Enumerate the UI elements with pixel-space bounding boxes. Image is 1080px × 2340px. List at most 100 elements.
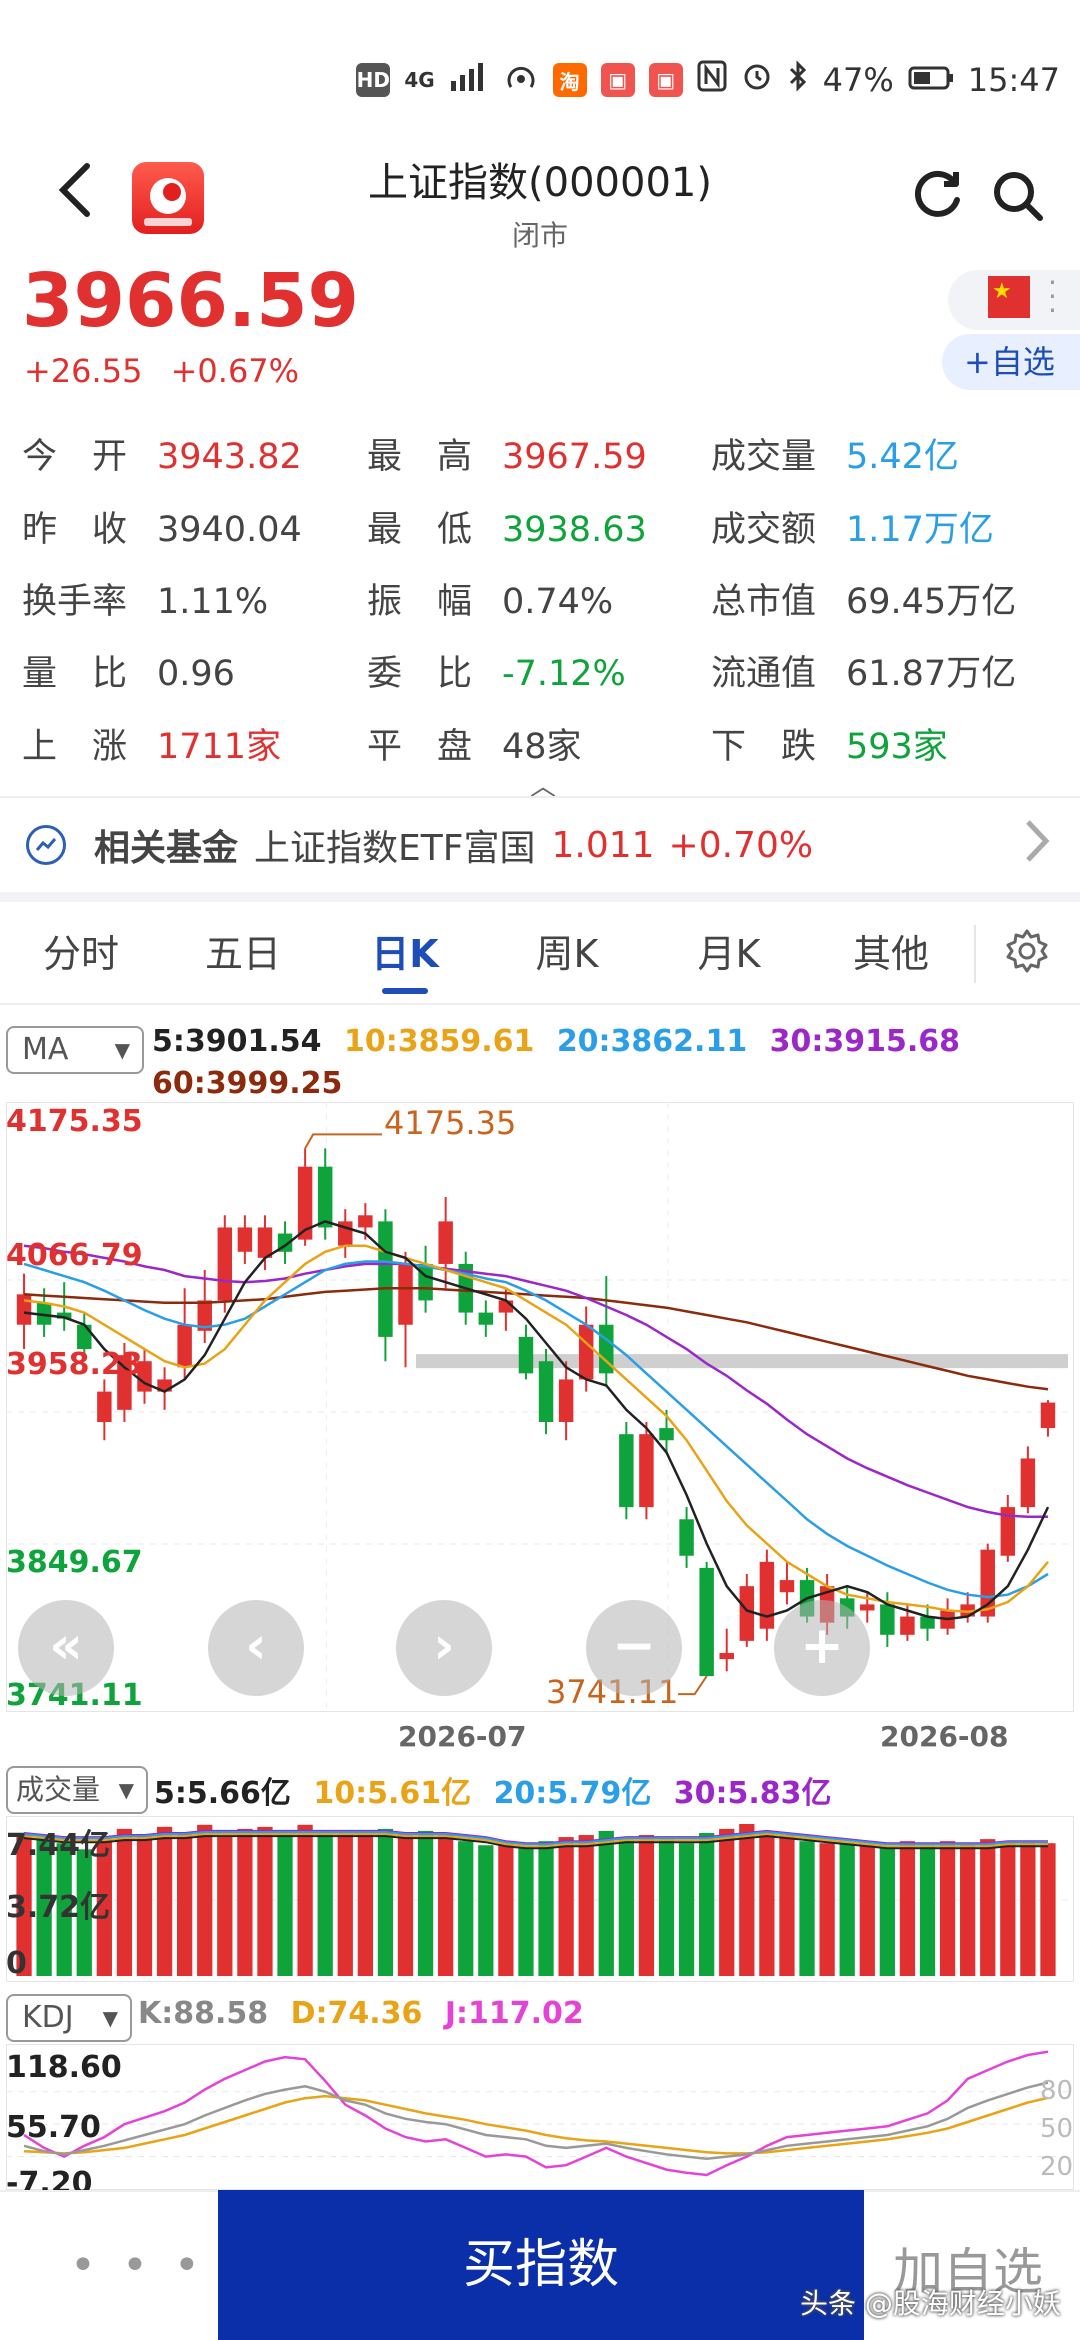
- scroll-right-button[interactable]: ›: [396, 1600, 492, 1696]
- volume-bar: [799, 1841, 815, 1976]
- vol-y-max: 7.44亿: [6, 1828, 111, 1863]
- more-menu-button[interactable]: • • •: [70, 2240, 206, 2291]
- app-notify-icon-2: ▣: [648, 63, 683, 97]
- stat-label: 昨 收: [22, 510, 128, 550]
- kdj-ref-80: 80: [1040, 2076, 1074, 2106]
- date-label-july: 2026-07: [398, 1720, 527, 1753]
- hotspot-icon: [503, 61, 539, 99]
- related-fund-row[interactable]: 相关基金 上证指数ETF富国 1.011 +0.70%: [0, 800, 1080, 890]
- tab-other[interactable]: 其他: [810, 904, 972, 1004]
- volume-bar: [960, 1843, 976, 1976]
- zoom-out-button[interactable]: −: [586, 1600, 682, 1696]
- volume-bar: [1040, 1843, 1056, 1976]
- stat-value: 48家: [502, 727, 582, 767]
- hd-icon: HD: [356, 63, 391, 97]
- kline-chart[interactable]: [6, 1102, 1074, 1712]
- volume-bar: [658, 1839, 675, 1976]
- stat-value: 1.11%: [157, 582, 269, 622]
- tab-minute[interactable]: 分时: [0, 904, 162, 1004]
- kdj-indicator-select[interactable]: KDJ ▼: [6, 1994, 132, 2042]
- volume-bar: [618, 1837, 634, 1976]
- candle-body: [639, 1434, 654, 1508]
- tab-monthly-k[interactable]: 月K: [648, 904, 810, 1004]
- tab-daily-k[interactable]: 日K: [324, 904, 486, 1004]
- chart-settings-button[interactable]: [1004, 928, 1050, 974]
- stat-item: 振 幅 0.74%: [367, 573, 613, 624]
- stat-value: 3943.82: [157, 437, 302, 477]
- fund-name: 上证指数ETF富国: [254, 828, 536, 869]
- add-watchlist-button[interactable]: +自选: [942, 334, 1080, 390]
- candle-body: [619, 1434, 634, 1508]
- battery-icon: [908, 61, 954, 99]
- stat-label: 量 比: [22, 654, 128, 694]
- stat-label: 流通值: [711, 654, 817, 694]
- volume-bar: [478, 1845, 494, 1976]
- volume-bar: [136, 1835, 153, 1976]
- stat-value: 1711家: [157, 727, 282, 767]
- chevron-right-icon: [1022, 818, 1052, 875]
- vol-ma10-value: 10:5.61亿: [313, 1776, 472, 1811]
- candle-body: [418, 1263, 433, 1301]
- tab-weekly-k[interactable]: 周K: [486, 904, 648, 1004]
- y-label-max: 4175.35: [6, 1104, 143, 1139]
- volume-bar: [357, 1832, 373, 1976]
- volume-bar: [518, 1847, 534, 1976]
- ma-indicator-select[interactable]: MA ▼: [6, 1026, 144, 1074]
- scroll-left-button[interactable]: ‹: [208, 1600, 304, 1696]
- change-percent: +0.67%: [170, 352, 300, 390]
- volume-bar: [197, 1824, 213, 1976]
- volume-bar: [417, 1830, 434, 1976]
- volume-bar: [879, 1847, 895, 1976]
- stat-item: 换手率 1.11%: [22, 573, 268, 624]
- ma60-value: 60:3999.25: [152, 1066, 343, 1101]
- ma20-value: 20:3862.11: [556, 1024, 748, 1059]
- volume-bar: [317, 1830, 333, 1976]
- section-gap: [0, 892, 1080, 902]
- volume-bar: [156, 1826, 173, 1976]
- vol-ma20-value: 20:5.79亿: [493, 1776, 652, 1811]
- stat-item: 总市值 69.45万亿: [711, 573, 1016, 624]
- bluetooth-icon: [787, 60, 809, 100]
- more-vertical-icon[interactable]: · · ·: [1048, 269, 1057, 325]
- buy-index-button[interactable]: 买指数: [218, 2190, 864, 2340]
- zoom-in-button[interactable]: +: [774, 1600, 870, 1696]
- kdj-values: K:88.58 D:74.36 J:117.02: [138, 1996, 596, 2031]
- volume-bar: [919, 1845, 936, 1976]
- stat-label: 平 盘: [367, 727, 473, 767]
- candle-body: [518, 1336, 534, 1374]
- volume-bar: [839, 1843, 855, 1976]
- candle-body: [358, 1215, 373, 1228]
- volume-indicator-select[interactable]: 成交量 ▼: [6, 1766, 148, 1814]
- stat-label: 总市值: [711, 582, 817, 622]
- stat-item: 今 开 3943.82: [22, 428, 302, 479]
- volume-bar: [578, 1835, 594, 1976]
- stat-label: 最 高: [367, 437, 473, 477]
- kdj-d-value: D:74.36: [290, 1996, 423, 2031]
- kdj-y-max: 118.60: [6, 2050, 122, 2085]
- volume-bar: [237, 1828, 253, 1976]
- stat-item: 量 比 0.96: [22, 645, 235, 696]
- scroll-far-left-button[interactable]: «: [18, 1600, 114, 1696]
- candle-body: [1040, 1402, 1056, 1429]
- high-marker: 4175.35: [384, 1104, 517, 1142]
- volume-select-label: 成交量: [16, 1773, 101, 1806]
- high-marker-line: [304, 1133, 382, 1149]
- volume-bar: [638, 1835, 655, 1976]
- nfc-icon: [697, 60, 727, 100]
- refresh-button[interactable]: [910, 168, 964, 222]
- kdj-chart[interactable]: [6, 2044, 1074, 2190]
- candle-body: [779, 1580, 795, 1593]
- fund-section-title: 相关基金: [94, 828, 239, 869]
- volume-bar: [819, 1843, 835, 1976]
- volume-chart[interactable]: [6, 1816, 1074, 1982]
- ma20-line: [23, 1260, 1049, 1599]
- kdj-ref-50: 50: [1040, 2114, 1074, 2144]
- tab-five-day[interactable]: 五日: [162, 904, 324, 1004]
- search-button[interactable]: [990, 168, 1046, 224]
- stat-label: 今 开: [22, 437, 128, 477]
- candle-body: [478, 1312, 494, 1325]
- candle-body: [217, 1227, 233, 1301]
- stat-item: 上 涨 1711家: [22, 718, 281, 769]
- stat-value: 69.45万亿: [846, 582, 1017, 622]
- volume-bar: [177, 1832, 193, 1976]
